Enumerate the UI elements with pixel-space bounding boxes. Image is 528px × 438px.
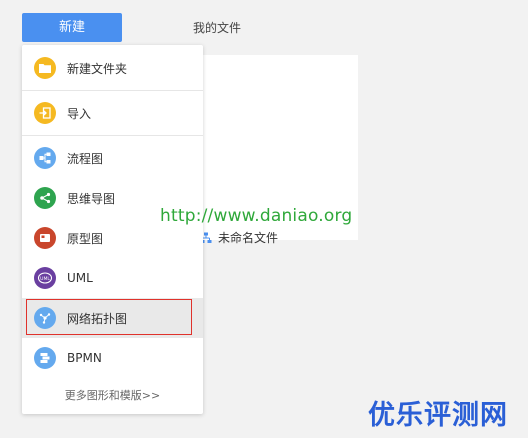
menu-item-import[interactable]: 导入 [22,93,203,133]
menu-item-label: 新建文件夹 [67,61,128,76]
menu-item-network-topology[interactable]: 网络拓扑图 [22,298,203,338]
menu-item-uml[interactable]: UML UML [22,258,203,298]
menu-item-flowchart[interactable]: 流程图 [22,138,203,178]
more-templates-link[interactable]: 更多图形和模版>> [22,387,203,403]
file-item[interactable]: 未命名文件 [200,229,278,246]
file-name: 未命名文件 [218,231,279,245]
site-watermark: 优乐评测网 [368,400,508,431]
svg-text:UML: UML [40,276,50,282]
my-files-link[interactable]: 我的文件 [193,19,241,36]
menu-item-bpmn[interactable]: BPMN [22,338,203,378]
menu-item-label: 流程图 [67,151,104,166]
flowchart-icon [34,147,56,169]
menu-item-label: 思维导图 [67,191,116,206]
mindmap-icon [34,187,56,209]
prototype-icon [34,227,56,249]
menu-item-new-folder[interactable]: 新建文件夹 [22,48,203,88]
folder-icon [34,57,56,79]
app-stage: 新建 我的文件 未命名文件 新建文件夹 导入 流程图 思维导图 原型图 UML … [0,0,528,438]
bpmn-icon [34,347,56,369]
menu-item-label: 网络拓扑图 [67,311,128,326]
menu-divider [22,135,203,136]
menu-item-label: 原型图 [67,231,104,246]
menu-item-label: UML [67,271,93,285]
menu-item-label: BPMN [67,351,102,365]
url-watermark: http://www.daniao.org [160,206,353,226]
menu-divider [22,90,203,91]
uml-icon: UML [34,267,56,289]
new-button[interactable]: 新建 [22,13,122,42]
menu-item-label: 导入 [67,106,92,121]
new-dropdown-menu: 新建文件夹 导入 流程图 思维导图 原型图 UML UML 网络拓扑图 BPMN… [22,45,203,414]
import-icon [34,102,56,124]
network-topology-icon [34,307,56,329]
